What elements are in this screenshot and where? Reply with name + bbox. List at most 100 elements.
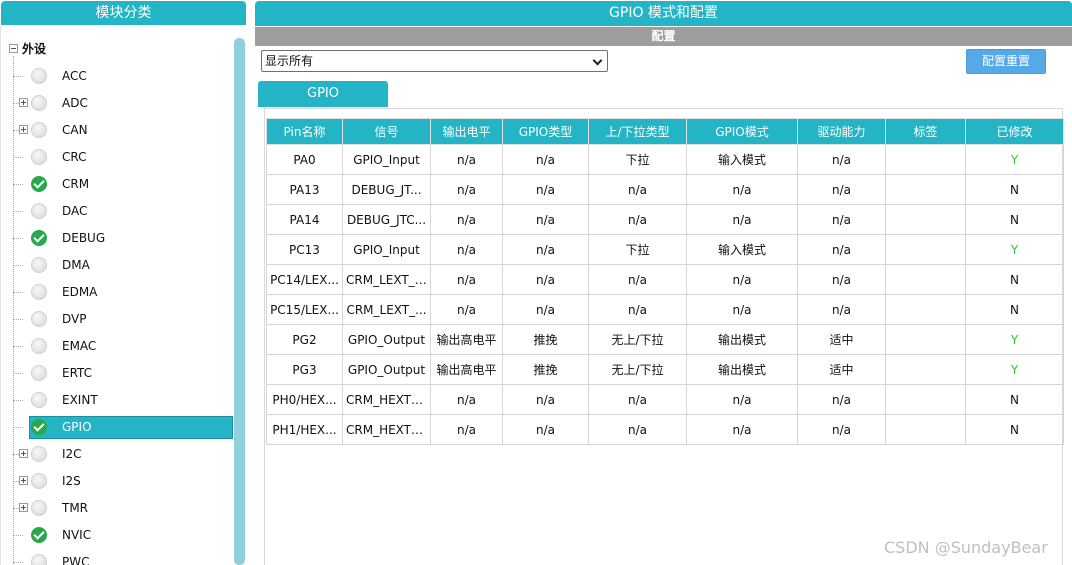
table-cell[interactable]: 无上/下拉	[588, 354, 687, 385]
tree-item-crm[interactable]: CRM	[13, 173, 233, 195]
tree-item-gpio[interactable]: GPIO	[13, 416, 233, 439]
table-cell[interactable]: N	[965, 264, 1064, 295]
table-cell[interactable]: PA0	[266, 144, 343, 175]
table-cell[interactable]: n/a	[686, 414, 798, 445]
expand-icon[interactable]	[19, 449, 28, 458]
tree-root-peripherals[interactable]: 外设	[9, 40, 46, 56]
table-cell[interactable]: N	[965, 294, 1064, 325]
table-cell[interactable]: n/a	[588, 414, 687, 445]
table-cell[interactable]: n/a	[430, 384, 503, 415]
table-cell[interactable]: n/a	[797, 264, 886, 295]
table-cell[interactable]: n/a	[588, 294, 687, 325]
table-cell[interactable]: PC14/LEX...	[266, 264, 343, 295]
table-cell[interactable]: n/a	[588, 264, 687, 295]
table-cell[interactable]: DEBUG_JT...	[342, 174, 431, 205]
table-cell[interactable]: PH1/HEX...	[266, 414, 343, 445]
table-cell[interactable]: Y	[965, 144, 1064, 175]
column-header[interactable]: GPIO类型	[502, 118, 589, 145]
table-row[interactable]: PA14 DEBUG_JTC... n/a n/a n/a n/a n/a N	[266, 204, 1064, 235]
table-cell[interactable]: 输出高电平	[430, 354, 503, 385]
table-cell[interactable]	[885, 144, 966, 175]
table-cell[interactable]: 无上/下拉	[588, 324, 687, 355]
tree-item-edma[interactable]: EDMA	[13, 281, 233, 303]
table-row[interactable]: PH1/HEX... CRM_HEXT_... n/a n/a n/a n/a n/a N	[266, 414, 1064, 445]
column-header[interactable]: 驱动能力	[797, 118, 886, 145]
table-cell[interactable]: N	[965, 204, 1064, 235]
table-cell[interactable]: n/a	[588, 384, 687, 415]
tree-item-crc[interactable]: CRC	[13, 146, 233, 168]
table-cell[interactable]: n/a	[797, 204, 886, 235]
table-cell[interactable]: Y	[965, 324, 1064, 355]
table-cell[interactable]: GPIO_Input	[342, 144, 431, 175]
expand-icon[interactable]	[19, 503, 28, 512]
table-row[interactable]: PC14/LEX... CRM_LEXT_IN n/a n/a n/a n/a n/a N	[266, 264, 1064, 295]
table-cell[interactable]: n/a	[797, 174, 886, 205]
table-cell[interactable]: 输出高电平	[430, 324, 503, 355]
tree-item-dma[interactable]: DMA	[13, 254, 233, 276]
table-cell[interactable]	[885, 384, 966, 415]
tree-item-pwc[interactable]: PWC	[13, 551, 233, 565]
table-cell[interactable]: N	[965, 174, 1064, 205]
tree-item-can[interactable]: CAN	[13, 119, 233, 141]
expand-icon[interactable]	[19, 98, 28, 107]
table-cell[interactable]: n/a	[430, 264, 503, 295]
table-cell[interactable]: n/a	[797, 144, 886, 175]
column-header[interactable]: 标签	[885, 118, 966, 145]
column-header[interactable]: 输出电平	[430, 118, 503, 145]
table-cell[interactable]: 适中	[797, 354, 886, 385]
table-cell[interactable]: CRM_LEXT_...	[342, 294, 431, 325]
table-cell[interactable]: Y	[965, 234, 1064, 265]
table-cell[interactable]: N	[965, 384, 1064, 415]
table-cell[interactable]: 推挽	[502, 324, 589, 355]
tree-item-adc[interactable]: ADC	[13, 92, 233, 114]
table-cell[interactable]: Y	[965, 354, 1064, 385]
table-cell[interactable]: 输入模式	[686, 144, 798, 175]
table-cell[interactable]: GPIO_Input	[342, 234, 431, 265]
tree-item-dac[interactable]: DAC	[13, 200, 233, 222]
table-cell[interactable]: n/a	[502, 174, 589, 205]
table-cell[interactable]: 输出模式	[686, 354, 798, 385]
table-cell[interactable]: n/a	[686, 294, 798, 325]
tree-scrollbar[interactable]	[234, 38, 245, 565]
table-row[interactable]: PG2 GPIO_Output 输出高电平 推挽 无上/下拉 输出模式 适中 Y	[266, 324, 1064, 355]
table-row[interactable]: PC13 GPIO_Input n/a n/a 下拉 输入模式 n/a Y	[266, 234, 1064, 265]
table-cell[interactable]: n/a	[430, 414, 503, 445]
column-header[interactable]: Pin名称	[266, 118, 343, 145]
table-cell[interactable]: PA13	[266, 174, 343, 205]
tree-item-i2s[interactable]: I2S	[13, 470, 233, 492]
tree-item-emac[interactable]: EMAC	[13, 335, 233, 357]
column-header[interactable]: 上/下拉类型	[588, 118, 687, 145]
table-cell[interactable]: 输入模式	[686, 234, 798, 265]
table-cell[interactable]: n/a	[797, 234, 886, 265]
table-cell[interactable]: PG2	[266, 324, 343, 355]
table-cell[interactable]: n/a	[797, 384, 886, 415]
table-cell[interactable]: PC15/LEX...	[266, 294, 343, 325]
table-cell[interactable]: N	[965, 414, 1064, 445]
table-cell[interactable]: n/a	[686, 174, 798, 205]
config-reset-button[interactable]: 配置重置	[966, 49, 1046, 74]
expand-icon[interactable]	[19, 125, 28, 134]
table-cell[interactable]: n/a	[430, 144, 503, 175]
table-cell[interactable]: n/a	[430, 204, 503, 235]
table-cell[interactable]: n/a	[686, 204, 798, 235]
table-cell[interactable]	[885, 234, 966, 265]
table-cell[interactable]	[885, 294, 966, 325]
column-header[interactable]: 信号	[342, 118, 431, 145]
table-cell[interactable]: 适中	[797, 324, 886, 355]
table-cell[interactable]: GPIO_Output	[342, 354, 431, 385]
table-cell[interactable]: n/a	[502, 384, 589, 415]
tree-item-acc[interactable]: ACC	[13, 65, 233, 87]
table-cell[interactable]: 输出模式	[686, 324, 798, 355]
table-cell[interactable]: PC13	[266, 234, 343, 265]
column-header[interactable]: 已修改	[965, 118, 1064, 145]
tree-item-ertc[interactable]: ERTC	[13, 362, 233, 384]
table-cell[interactable]: 下拉	[588, 144, 687, 175]
filter-dropdown[interactable]: 显示所有	[261, 50, 608, 72]
table-cell[interactable]: n/a	[686, 264, 798, 295]
table-cell[interactable]: n/a	[502, 204, 589, 235]
table-cell[interactable]: n/a	[502, 234, 589, 265]
tree-item-i2c[interactable]: I2C	[13, 443, 233, 465]
table-cell[interactable]: CRM_HEXT_...	[342, 384, 431, 415]
table-cell[interactable]: n/a	[502, 144, 589, 175]
table-cell[interactable]: n/a	[430, 234, 503, 265]
